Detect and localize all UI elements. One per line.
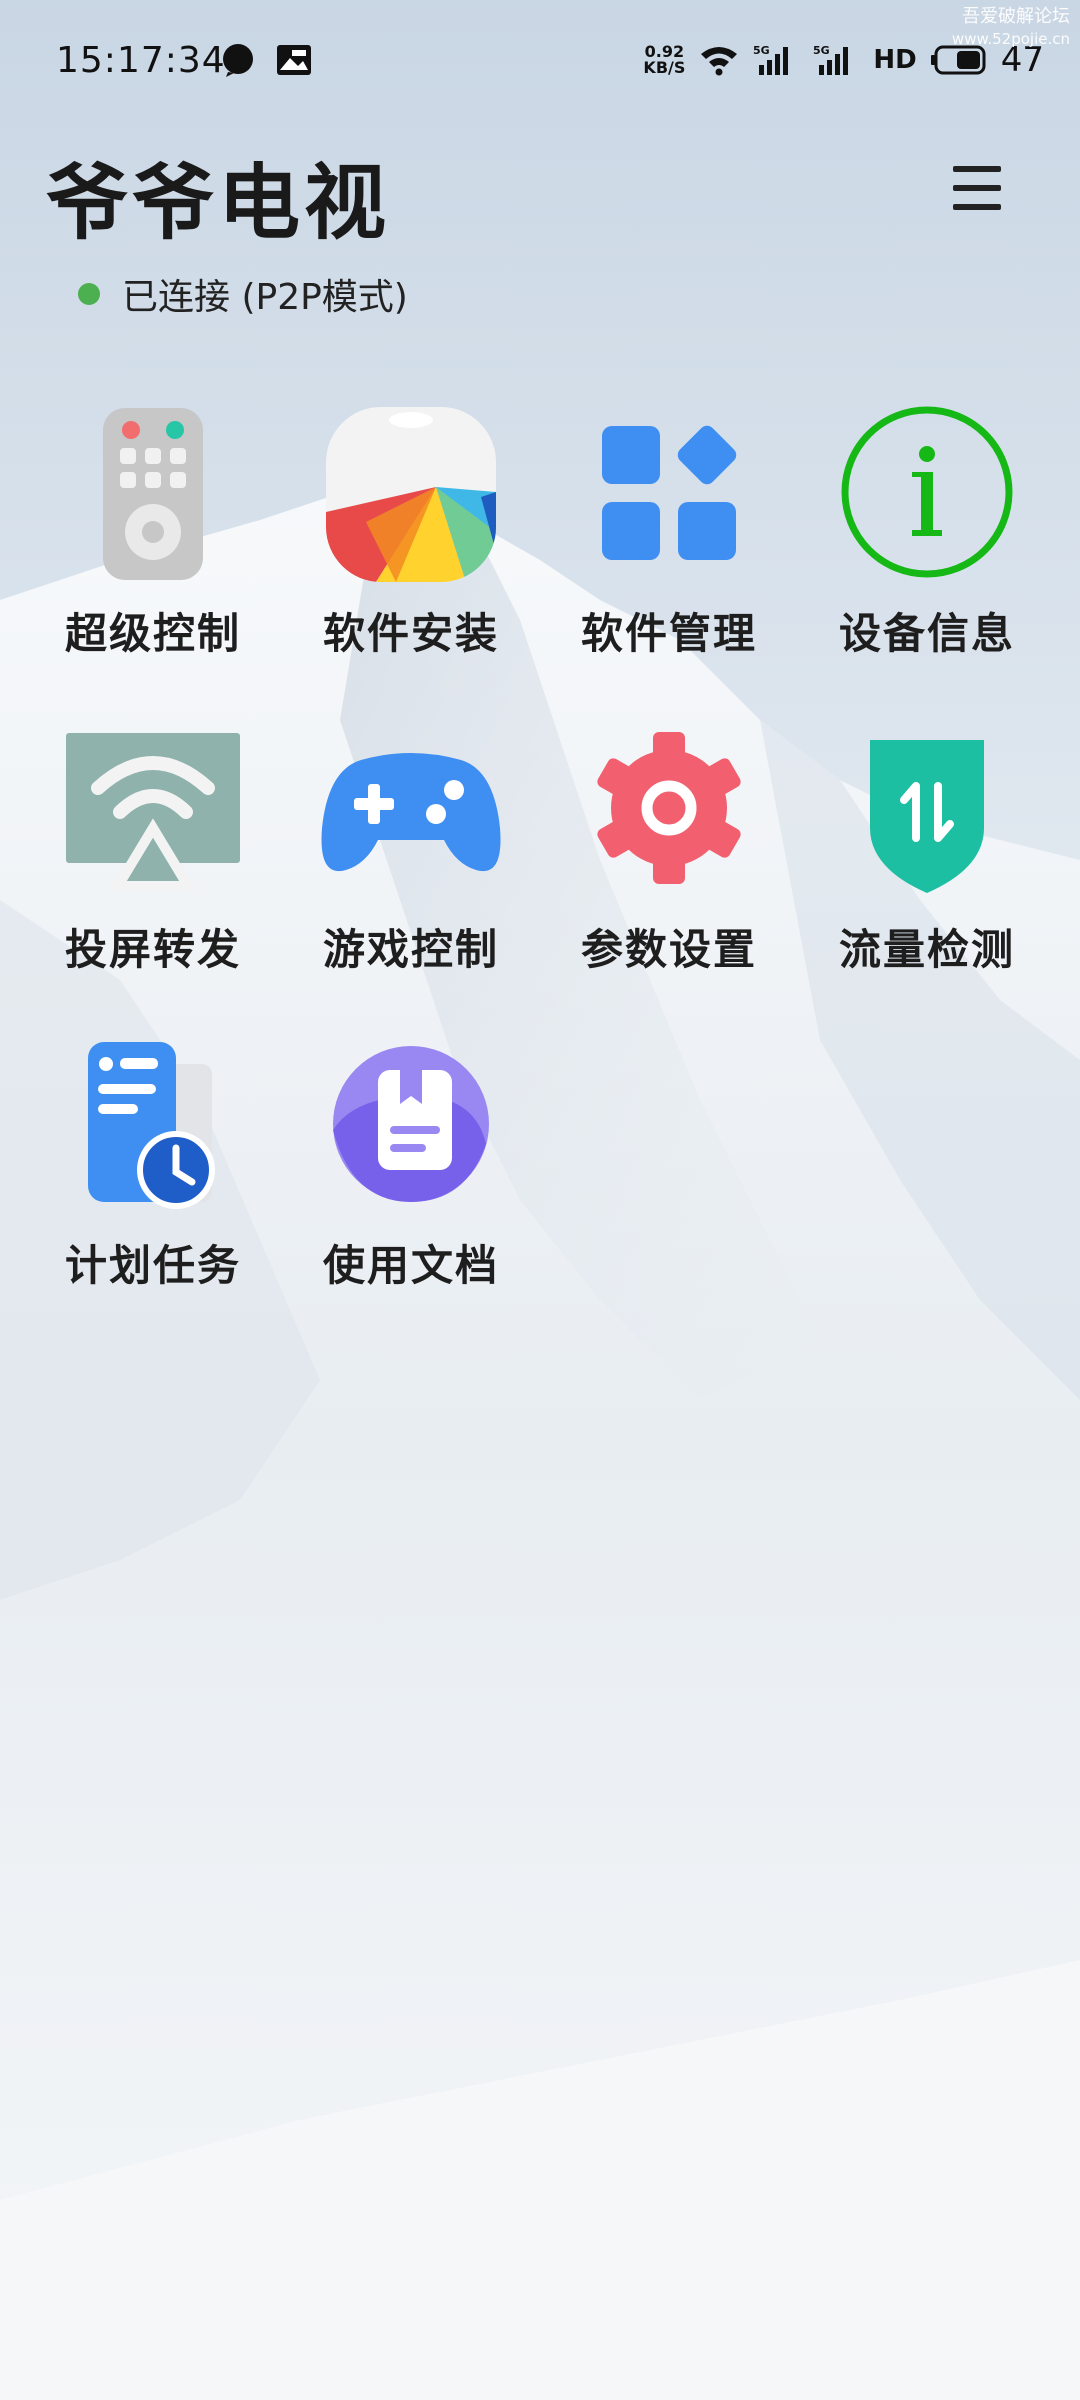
- grid-item-screen-cast[interactable]: 投屏转发: [24, 718, 282, 998]
- status-bar: 15:17:34 0.92 KB/S 5G 5G HD 47 吾爱破解论坛 ww…: [0, 0, 1080, 120]
- menu-bar-line: [953, 185, 1001, 191]
- signal-5g-icon-2: 5G: [813, 44, 849, 75]
- grid-item-label: 流量检测: [838, 925, 1015, 974]
- grid-item-label: 设备信息: [838, 609, 1015, 658]
- screen-cast-icon: [66, 733, 240, 891]
- grid-item-traffic-check[interactable]: 流量检测: [798, 718, 1056, 998]
- status-time: 15:17:34: [56, 40, 226, 81]
- app-install-icon: [326, 407, 496, 582]
- signal-5g-icon: 5G: [753, 44, 789, 75]
- chat-bubble-icon: [223, 44, 253, 77]
- watermark: 吾爱破解论坛 www.52pojie.cn: [952, 6, 1070, 50]
- network-speed-unit: KB/S: [643, 58, 686, 77]
- settings-gear-icon: [597, 732, 741, 884]
- svg-text:5G: 5G: [813, 44, 830, 57]
- grid-item-label: 计划任务: [64, 1241, 241, 1290]
- status-left-icons: [220, 42, 312, 78]
- hamburger-menu-icon[interactable]: [945, 160, 1009, 216]
- info-icon: [841, 406, 1013, 578]
- network-speed: 0.92 KB/S: [643, 44, 685, 76]
- scheduled-task-icon: [88, 1042, 215, 1209]
- grid-item-game-control[interactable]: 游戏控制: [282, 718, 540, 998]
- document-icon: [333, 1046, 489, 1202]
- grid-item-scheduled-task[interactable]: 计划任务: [24, 1034, 282, 1314]
- grid-item-super-control[interactable]: 超级控制: [24, 402, 282, 682]
- connected-dot-icon: [78, 283, 100, 305]
- menu-bar-line: [953, 204, 1001, 210]
- watermark-line2: www.52pojie.cn: [951, 30, 1070, 48]
- remote-control-icon: [103, 408, 203, 580]
- grid-item-label: 游戏控制: [322, 925, 499, 974]
- grid-item-label: 超级控制: [64, 609, 241, 658]
- grid-item-device-info[interactable]: 设备信息: [798, 402, 1056, 682]
- app-title: 爷爷电视: [46, 156, 391, 251]
- hd-voice-label: HD: [873, 45, 917, 75]
- grid-item-app-manage[interactable]: 软件管理: [540, 402, 798, 682]
- app-manage-icon: [602, 425, 737, 560]
- traffic-shield-icon: [870, 740, 984, 893]
- grid-item-label: 使用文档: [322, 1241, 499, 1290]
- picture-notification-icon: [277, 45, 311, 75]
- menu-bar-line: [953, 166, 1001, 172]
- grid-item-label: 参数设置: [580, 925, 757, 974]
- svg-text:5G: 5G: [753, 44, 770, 57]
- grid-item-app-install[interactable]: 软件安装: [282, 402, 540, 682]
- grid-item-documentation[interactable]: 使用文档: [282, 1034, 540, 1314]
- watermark-line1: 吾爱破解论坛: [962, 6, 1070, 27]
- grid-item-label: 软件安装: [322, 609, 499, 658]
- grid-item-label: 投屏转发: [64, 925, 241, 974]
- connection-status: 已连接 (P2P模式): [78, 268, 408, 320]
- grid-item-settings[interactable]: 参数设置: [540, 718, 798, 998]
- grid-item-label: 软件管理: [580, 609, 757, 658]
- gamepad-icon: [321, 753, 501, 872]
- wifi-icon: [701, 47, 738, 76]
- connection-status-text: 已连接 (P2P模式): [122, 277, 408, 318]
